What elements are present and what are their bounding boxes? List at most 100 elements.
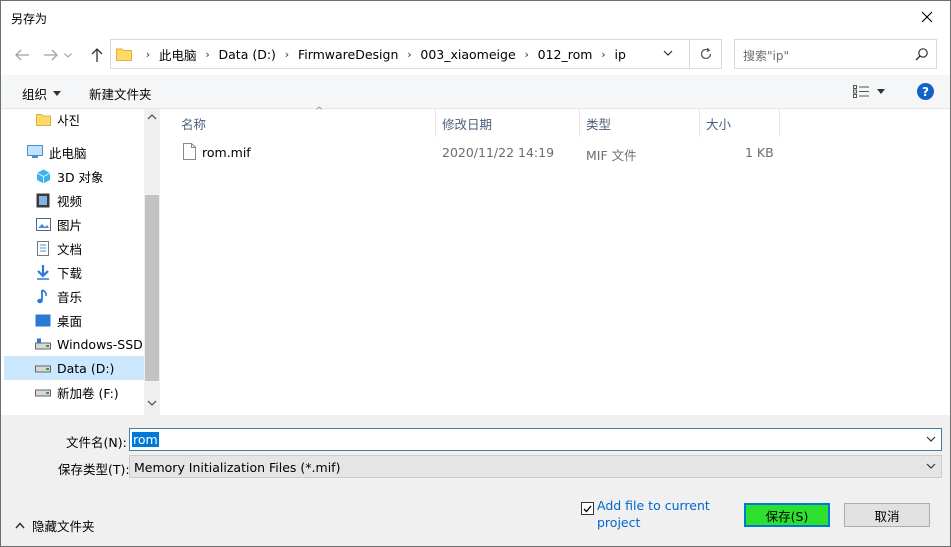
sort-ascending-icon: ^ (315, 106, 324, 117)
file-name: rom.mif (202, 145, 251, 160)
chevron-up-icon (147, 114, 157, 120)
nav-item-label: 音乐 (57, 289, 83, 305)
chevron-right-icon[interactable]: › (516, 48, 538, 61)
navigation-bar: › 此电脑 › Data (D:) › FirmwareDesign › 003… (1, 33, 950, 75)
column-type[interactable]: 类型 (580, 109, 700, 137)
search-placeholder[interactable]: 搜索"ip" (743, 47, 789, 64)
nav-item-data-drive[interactable]: Data (D:) (4, 356, 144, 380)
filename-input[interactable]: rom (129, 428, 942, 451)
add-file-label[interactable]: Add file to current project (597, 497, 727, 531)
save-as-dialog: 另存为 › 此电脑 › Data (D:) › FirmwareDesign ›… (0, 0, 951, 547)
folder-icon (35, 111, 51, 127)
help-button[interactable]: ? (917, 83, 934, 100)
documents-icon (35, 240, 51, 256)
nav-item-label: 视频 (57, 193, 83, 209)
back-button[interactable] (12, 45, 32, 65)
chevron-right-icon[interactable]: › (137, 48, 159, 61)
column-name-label: 名称 (181, 116, 207, 132)
arrow-left-icon (15, 49, 29, 61)
arrow-up-icon (91, 48, 103, 62)
chevron-right-icon[interactable]: › (592, 48, 614, 61)
organize-button[interactable]: 组织 (22, 84, 62, 103)
filetype-label: 保存类型(T): (58, 462, 130, 477)
navigation-pane: 사진 此电脑 3D 对象 视频 图片 文档 下载 音乐 桌面 Windows-S… (1, 109, 160, 415)
nav-item-label: 此电脑 (49, 145, 87, 161)
chevron-down-icon (663, 50, 673, 56)
folder-icon (116, 48, 132, 61)
chevron-right-icon[interactable]: › (197, 48, 219, 61)
save-form: 文件名(N): rom 保存类型(T): Memory Initializati… (1, 415, 950, 546)
nav-item-label: Data (D:) (57, 360, 115, 376)
arrow-right-icon (44, 49, 58, 61)
search-icon (915, 48, 928, 61)
chevron-down-icon (64, 52, 72, 58)
crumb-003-xiaomeige[interactable]: 003_xiaomeige (420, 47, 515, 62)
music-icon (35, 288, 51, 304)
organize-label: 组织 (22, 87, 48, 102)
caret-down-icon (53, 91, 62, 96)
chevron-right-icon[interactable]: › (276, 48, 298, 61)
column-modified-label: 修改日期 (442, 116, 493, 132)
recent-locations-button[interactable] (62, 45, 74, 65)
file-size: 1 KB (745, 145, 774, 160)
file-icon (183, 143, 196, 160)
navigation-scrollbar[interactable] (144, 109, 160, 415)
column-name[interactable]: 名称 ^ (175, 106, 436, 137)
chevron-right-icon[interactable]: › (398, 48, 420, 61)
cancel-button[interactable]: 取消 (844, 503, 930, 527)
hide-folders-button[interactable]: 隐藏文件夹 (15, 516, 95, 535)
nav-item-label: 桌面 (57, 313, 83, 329)
refresh-button[interactable] (689, 40, 722, 68)
dialog-title: 另存为 (11, 12, 48, 26)
column-modified[interactable]: 修改日期 (436, 109, 580, 137)
checkmark-icon (583, 505, 592, 512)
up-button[interactable] (87, 45, 107, 65)
column-type-label: 类型 (586, 116, 612, 132)
crumb-012-rom[interactable]: 012_rom (538, 47, 593, 62)
nav-item-label: Windows-SSD (57, 336, 143, 352)
crumb-firmwaredesign[interactable]: FirmwareDesign (298, 47, 398, 62)
filetype-value: Memory Initialization Files (*.mif) (134, 460, 341, 475)
save-button[interactable]: 保存(S) (744, 503, 830, 527)
file-row[interactable]: rom.mif 2020/11/22 14:19 MIF 文件 1 KB (161, 141, 781, 163)
nav-item-label: 3D 对象 (57, 169, 104, 185)
caret-down-icon (877, 89, 885, 94)
search-box[interactable]: 搜索"ip" (734, 39, 937, 69)
crumb-this-pc[interactable]: 此电脑 (159, 45, 197, 64)
nav-item-label: 图片 (57, 217, 83, 233)
scrollbar-thumb[interactable] (145, 195, 159, 381)
nav-item-label: 新加卷 (F:) (57, 385, 119, 401)
details-view-icon (853, 85, 869, 98)
help-icon: ? (922, 84, 929, 99)
close-button[interactable] (904, 1, 950, 33)
forward-button[interactable] (41, 45, 61, 65)
crumb-data-drive[interactable]: Data (D:) (219, 47, 276, 62)
filename-value[interactable]: rom (132, 432, 159, 447)
refresh-icon (700, 47, 712, 60)
computer-icon (27, 144, 43, 160)
file-type: MIF 文件 (586, 148, 637, 163)
3d-objects-icon (35, 168, 51, 184)
hide-folders-label: 隐藏文件夹 (32, 519, 95, 534)
view-options-button[interactable] (853, 85, 885, 98)
desktop-icon (35, 312, 51, 328)
video-icon (35, 192, 51, 208)
drive-icon (35, 384, 51, 400)
filename-label: 文件名(N): (66, 435, 127, 450)
column-size[interactable]: 大小 (700, 109, 780, 137)
crumb-ip[interactable]: ip (614, 47, 625, 62)
nav-item-label: 文档 (57, 241, 83, 257)
breadcrumb: › 此电脑 › Data (D:) › FirmwareDesign › 003… (137, 40, 626, 68)
chevron-down-icon (926, 436, 936, 442)
filetype-select[interactable]: Memory Initialization Files (*.mif) (129, 455, 942, 478)
file-list: 名称 ^ 修改日期 类型 大小 rom.mif 2020/11/22 14:19… (161, 106, 950, 415)
address-bar[interactable]: › 此电脑 › Data (D:) › FirmwareDesign › 003… (110, 39, 722, 69)
download-icon (35, 264, 51, 280)
file-modified: 2020/11/22 14:19 (442, 145, 555, 160)
drive-icon (35, 360, 51, 376)
chevron-down-icon (147, 400, 157, 406)
new-folder-button[interactable]: 新建文件夹 (89, 84, 152, 103)
column-size-label: 大小 (706, 116, 732, 132)
add-file-checkbox[interactable] (581, 502, 594, 515)
close-icon (921, 11, 933, 23)
